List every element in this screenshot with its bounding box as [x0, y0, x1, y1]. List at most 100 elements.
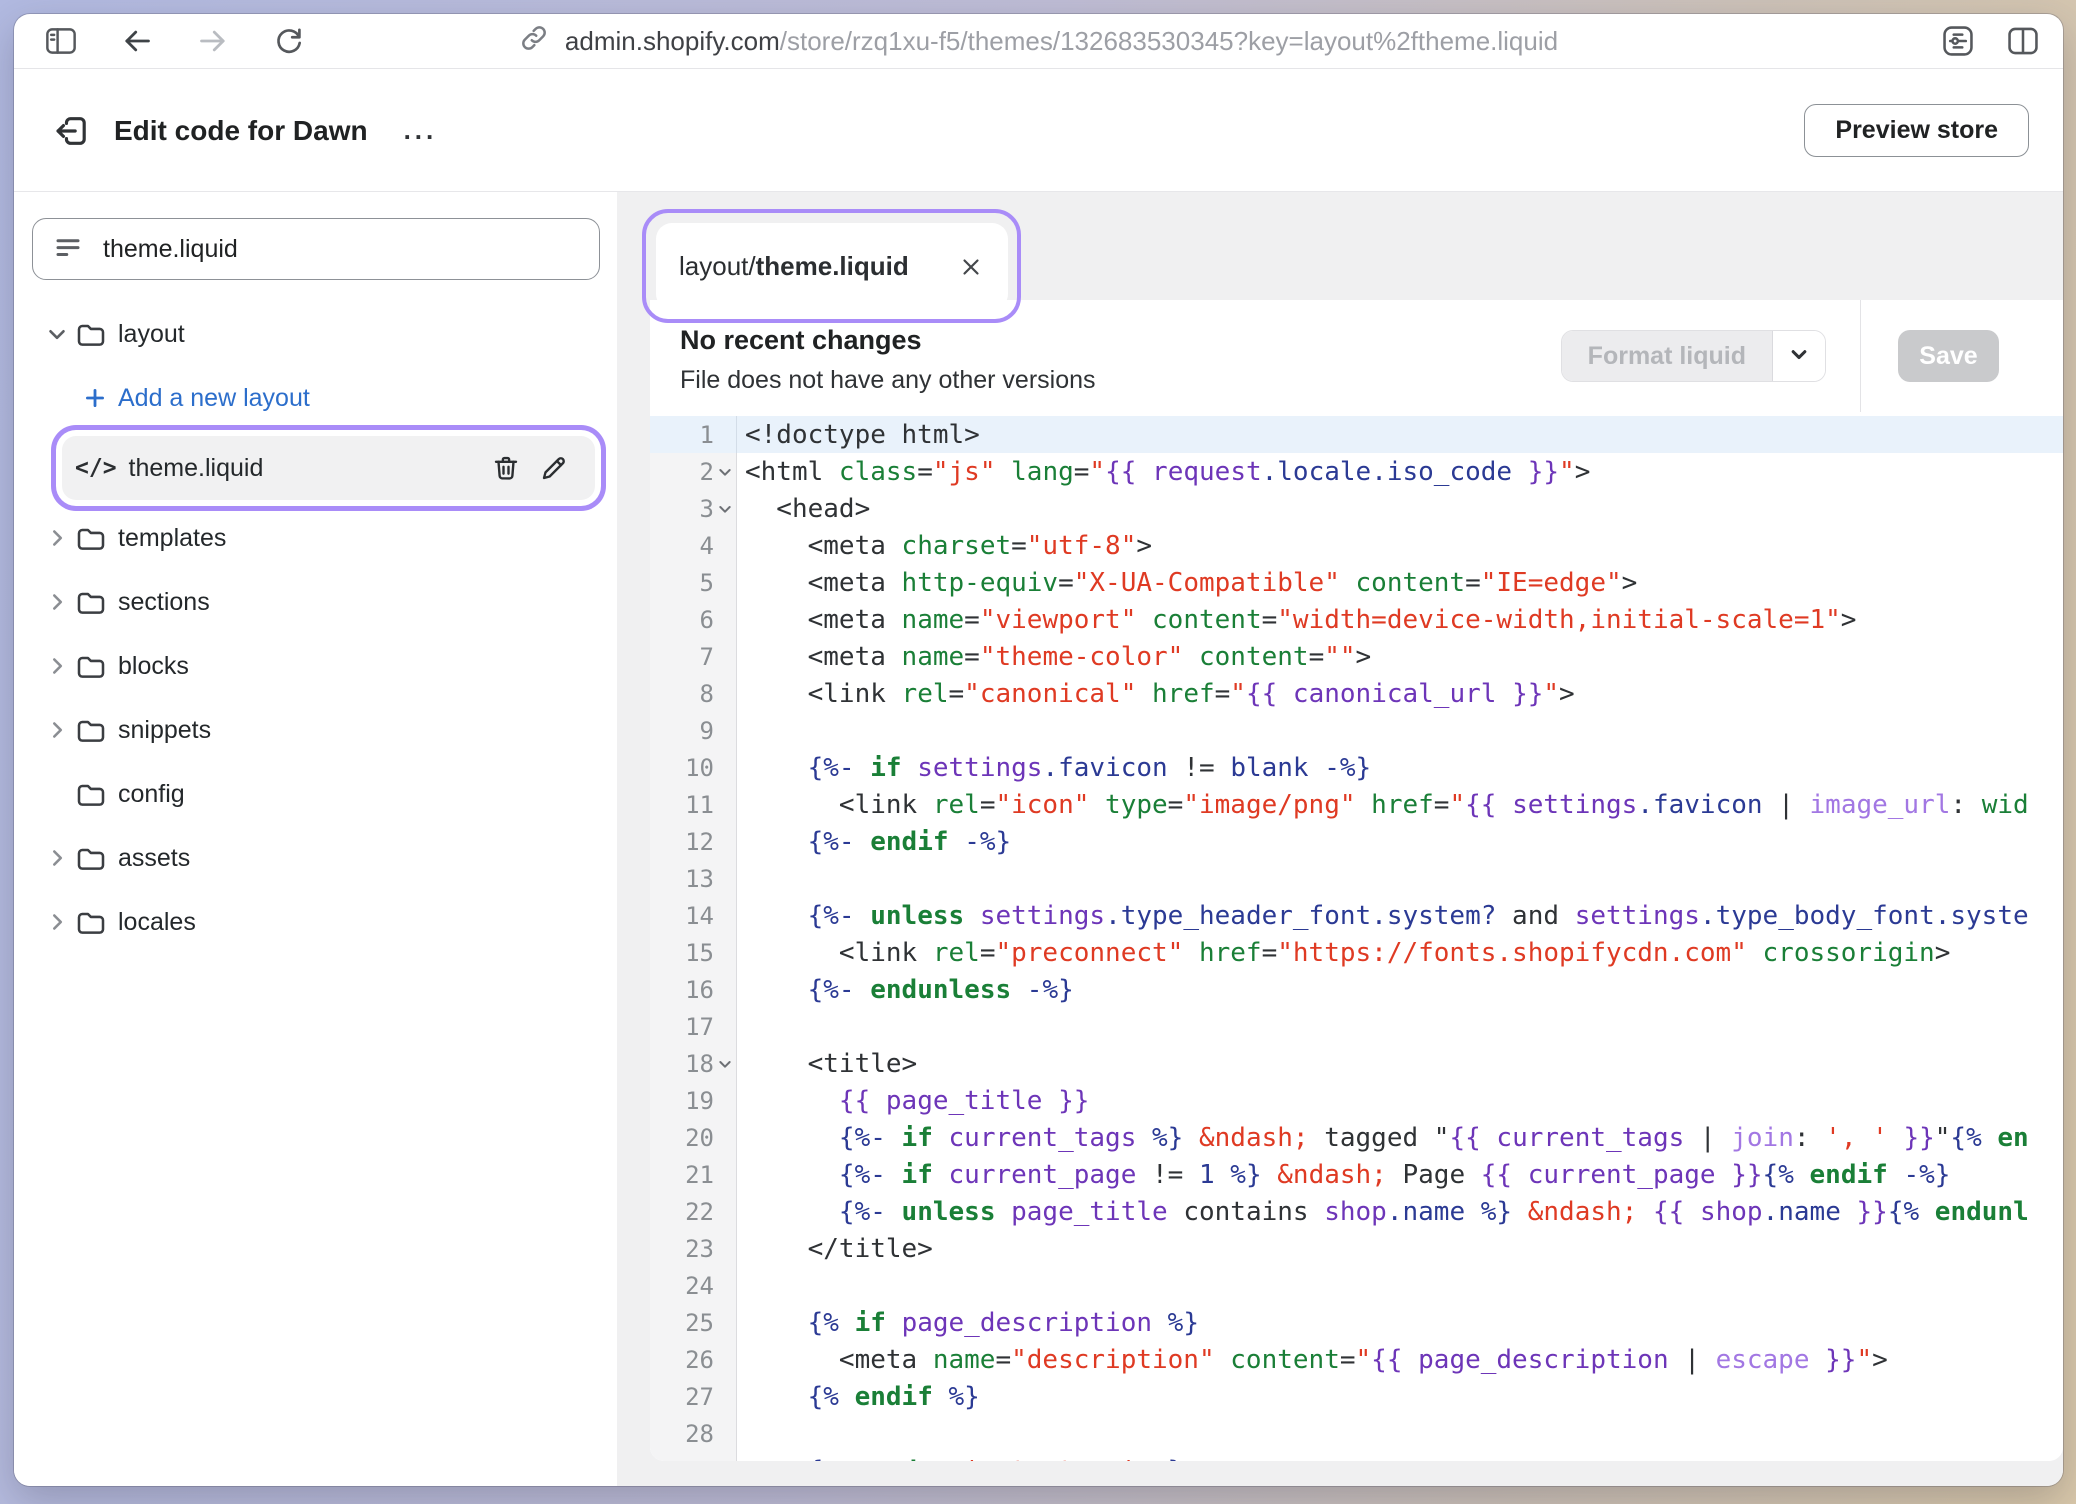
code-line-17[interactable]: 17: [650, 1008, 2063, 1045]
code-line-11[interactable]: 11 <link rel="icon" type="image/png" hre…: [650, 786, 2063, 823]
code-line-18[interactable]: 18 <title>: [650, 1045, 2063, 1082]
format-options-caret-button[interactable]: [1772, 331, 1825, 381]
code-content[interactable]: <meta name="viewport" content="width=dev…: [737, 601, 2063, 638]
folder-label: blocks: [118, 652, 189, 681]
code-line-7[interactable]: 7 <meta name="theme-color" content="">: [650, 638, 2063, 675]
sidebar-item-assets[interactable]: assets: [14, 826, 617, 890]
code-content[interactable]: [737, 712, 2063, 749]
code-content[interactable]: [737, 1415, 2063, 1452]
preview-store-button[interactable]: Preview store: [1804, 104, 2029, 157]
code-editor[interactable]: 1<!doctype html>2<html class="js" lang="…: [650, 412, 2063, 1461]
code-line-6[interactable]: 6 <meta name="viewport" content="width=d…: [650, 601, 2063, 638]
code-content[interactable]: <link rel="icon" type="image/png" href="…: [737, 786, 2063, 823]
sidebar-item-blocks[interactable]: blocks: [14, 634, 617, 698]
code-content[interactable]: <!doctype html>: [737, 416, 2063, 453]
code-line-1[interactable]: 1<!doctype html>: [650, 416, 2063, 453]
sidebar-item-sections[interactable]: sections: [14, 570, 617, 634]
code-content[interactable]: <title>: [737, 1045, 2063, 1082]
code-line-29[interactable]: 29 {% render 'meta-tags' %}: [650, 1452, 2063, 1461]
sidebar-item-locales[interactable]: locales: [14, 890, 617, 954]
code-line-19[interactable]: 19 {{ page_title }}: [650, 1082, 2063, 1119]
code-line-24[interactable]: 24: [650, 1267, 2063, 1304]
fold-toggle-icon[interactable]: [714, 453, 736, 490]
code-line-8[interactable]: 8 <link rel="canonical" href="{{ canonic…: [650, 675, 2063, 712]
code-content[interactable]: [737, 1267, 2063, 1304]
code-content[interactable]: </title>: [737, 1230, 2063, 1267]
browser-window: admin.shopify.com/store/rzq1xu-f5/themes…: [14, 14, 2063, 1486]
code-line-15[interactable]: 15 <link rel="preconnect" href="https://…: [650, 934, 2063, 971]
code-line-21[interactable]: 21 {%- if current_page != 1 %} &ndash; P…: [650, 1156, 2063, 1193]
exit-editor-icon[interactable]: [52, 111, 92, 151]
chevron-right-icon[interactable]: [42, 589, 72, 615]
code-content[interactable]: {% render 'meta-tags' %}: [737, 1452, 2063, 1461]
sidebar-item-config[interactable]: config: [14, 762, 617, 826]
code-content[interactable]: {%- unless settings.type_header_font.sys…: [737, 897, 2063, 934]
sidebar-item-theme-liquid[interactable]: </>theme.liquid: [62, 436, 595, 500]
code-content[interactable]: {%- unless page_title contains shop.name…: [737, 1193, 2063, 1230]
code-line-12[interactable]: 12 {%- endif -%}: [650, 823, 2063, 860]
address-bar[interactable]: admin.shopify.com/store/rzq1xu-f5/themes…: [519, 23, 1558, 60]
code-line-2[interactable]: 2<html class="js" lang="{{ request.local…: [650, 453, 2063, 490]
line-number: 19: [650, 1082, 737, 1119]
code-line-27[interactable]: 27 {% endif %}: [650, 1378, 2063, 1415]
code-content[interactable]: <meta name="theme-color" content="">: [737, 638, 2063, 675]
tab-theme-liquid[interactable]: layout/theme.liquid: [656, 223, 1008, 310]
code-content[interactable]: [737, 860, 2063, 897]
code-line-16[interactable]: 16 {%- endunless -%}: [650, 971, 2063, 1008]
code-content[interactable]: <html class="js" lang="{{ request.locale…: [737, 453, 2063, 490]
rename-file-icon[interactable]: [539, 453, 569, 483]
sidebar-item-layout[interactable]: layout: [14, 302, 617, 366]
reload-icon[interactable]: [272, 24, 306, 58]
code-content[interactable]: <meta charset="utf-8">: [737, 527, 2063, 564]
format-liquid-button[interactable]: Format liquid: [1562, 331, 1772, 381]
delete-file-icon[interactable]: [491, 453, 521, 483]
code-content[interactable]: <link rel="preconnect" href="https://fon…: [737, 934, 2063, 971]
code-content[interactable]: <meta name="description" content="{{ pag…: [737, 1341, 2063, 1378]
code-content[interactable]: <head>: [737, 490, 2063, 527]
sidebar-item-templates[interactable]: templates: [14, 506, 617, 570]
chevron-right-icon[interactable]: [42, 525, 72, 551]
forward-icon[interactable]: [196, 24, 230, 58]
chevron-right-icon[interactable]: [42, 909, 72, 935]
code-line-23[interactable]: 23 </title>: [650, 1230, 2063, 1267]
chevron-down-icon[interactable]: [42, 321, 72, 347]
code-line-5[interactable]: 5 <meta http-equiv="X-UA-Compatible" con…: [650, 564, 2063, 601]
save-button[interactable]: Save: [1898, 330, 1999, 382]
code-line-13[interactable]: 13: [650, 860, 2063, 897]
code-content[interactable]: {%- if current_page != 1 %} &ndash; Page…: [737, 1156, 2063, 1193]
fold-toggle-icon[interactable]: [714, 1045, 736, 1082]
code-content[interactable]: {{ page_title }}: [737, 1082, 2063, 1119]
code-content[interactable]: {% endif %}: [737, 1378, 2063, 1415]
overflow-menu-button[interactable]: ...: [404, 115, 438, 146]
code-line-20[interactable]: 20 {%- if current_tags %} &ndash; tagged…: [650, 1119, 2063, 1156]
code-content[interactable]: <meta http-equiv="X-UA-Compatible" conte…: [737, 564, 2063, 601]
code-content[interactable]: {%- if current_tags %} &ndash; tagged "{…: [737, 1119, 2063, 1156]
file-search-input[interactable]: theme.liquid: [32, 218, 600, 280]
code-content[interactable]: {%- if settings.favicon != blank -%}: [737, 749, 2063, 786]
fold-toggle-icon[interactable]: [714, 490, 736, 527]
code-line-4[interactable]: 4 <meta charset="utf-8">: [650, 527, 2063, 564]
add-new-layout-link[interactable]: Add a new layout: [14, 366, 617, 430]
chevron-right-icon[interactable]: [42, 653, 72, 679]
code-line-9[interactable]: 9: [650, 712, 2063, 749]
code-line-25[interactable]: 25 {% if page_description %}: [650, 1304, 2063, 1341]
code-line-22[interactable]: 22 {%- unless page_title contains shop.n…: [650, 1193, 2063, 1230]
chevron-right-icon[interactable]: [42, 845, 72, 871]
sidebar-item-snippets[interactable]: snippets: [14, 698, 617, 762]
sidebar-toggle-icon[interactable]: [44, 24, 78, 58]
back-icon[interactable]: [120, 24, 154, 58]
code-line-26[interactable]: 26 <meta name="description" content="{{ …: [650, 1341, 2063, 1378]
code-content[interactable]: {%- endif -%}: [737, 823, 2063, 860]
code-content[interactable]: <link rel="canonical" href="{{ canonical…: [737, 675, 2063, 712]
code-line-14[interactable]: 14 {%- unless settings.type_header_font.…: [650, 897, 2063, 934]
code-content[interactable]: [737, 1008, 2063, 1045]
chevron-right-icon[interactable]: [42, 717, 72, 743]
code-line-3[interactable]: 3 <head>: [650, 490, 2063, 527]
page-settings-icon[interactable]: [1941, 24, 1975, 58]
code-content[interactable]: {%- endunless -%}: [737, 971, 2063, 1008]
split-view-icon[interactable]: [2006, 24, 2040, 58]
code-line-28[interactable]: 28: [650, 1415, 2063, 1452]
code-content[interactable]: {% if page_description %}: [737, 1304, 2063, 1341]
code-line-10[interactable]: 10 {%- if settings.favicon != blank -%}: [650, 749, 2063, 786]
tab-close-icon[interactable]: [958, 254, 984, 280]
